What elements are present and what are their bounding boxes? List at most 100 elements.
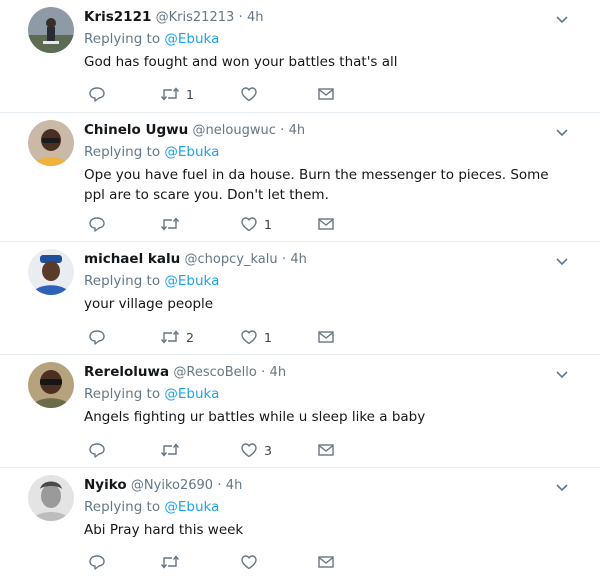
chevron-down-icon[interactable] xyxy=(554,479,570,492)
user-handle[interactable]: @Kris21213 xyxy=(156,10,235,25)
chevron-down-icon[interactable] xyxy=(554,366,570,379)
like-button[interactable] xyxy=(240,84,264,104)
tweet-header: Chinelo Ugwu @nelougwuc · 4h xyxy=(84,121,305,140)
display-name[interactable]: michael kalu xyxy=(84,251,180,267)
heart-icon xyxy=(240,441,258,459)
replying-to-link[interactable]: @Ebuka xyxy=(164,144,219,160)
tweet-text: Angels fighting ur battles while u sleep… xyxy=(84,409,426,425)
retweet-button[interactable]: 1 xyxy=(160,84,194,104)
reply-icon xyxy=(88,441,106,459)
tweet-card[interactable]: Chinelo Ugwu @nelougwuc · 4h Replying to… xyxy=(0,113,600,242)
separator: · xyxy=(238,10,243,25)
replying-to-label: Replying to xyxy=(84,144,161,160)
envelope-icon xyxy=(317,553,335,571)
replying-to: Replying to @Ebuka xyxy=(84,498,219,516)
avatar[interactable] xyxy=(28,362,74,408)
retweet-button[interactable] xyxy=(160,552,186,572)
reply-button[interactable] xyxy=(88,440,106,460)
retweet-button[interactable] xyxy=(160,214,186,234)
direct-message-button[interactable] xyxy=(317,214,335,234)
replying-to-link[interactable]: @Ebuka xyxy=(164,273,219,289)
retweet-icon xyxy=(160,328,180,346)
user-handle[interactable]: @nelougwuc xyxy=(193,123,276,138)
tweet-header: michael kalu @chopcy_kalu · 4h xyxy=(84,250,307,269)
retweet-button[interactable] xyxy=(160,440,186,460)
tweet-text: God has fought and won your battles that… xyxy=(84,54,398,70)
tweet-header: Kris2121 @Kris21213 · 4h xyxy=(84,8,264,27)
user-handle[interactable]: @RescoBello xyxy=(173,365,256,380)
retweet-icon xyxy=(160,85,180,103)
like-count: 1 xyxy=(264,329,272,345)
direct-message-button[interactable] xyxy=(317,440,335,460)
envelope-icon xyxy=(317,328,335,346)
display-name[interactable]: Rereloluwa xyxy=(84,364,169,380)
replying-to-label: Replying to xyxy=(84,273,161,289)
reply-icon xyxy=(88,215,106,233)
like-button[interactable]: 1 xyxy=(240,327,272,347)
tweet-card[interactable]: michael kalu @chopcy_kalu · 4h Replying … xyxy=(0,242,600,355)
replying-to-label: Replying to xyxy=(84,31,161,47)
replying-to: Replying to @Ebuka xyxy=(84,272,219,290)
reply-button[interactable] xyxy=(88,84,106,104)
replying-to: Replying to @Ebuka xyxy=(84,385,219,403)
display-name[interactable]: Chinelo Ugwu xyxy=(84,122,188,138)
user-handle[interactable]: @chopcy_kalu xyxy=(185,252,278,267)
reply-button[interactable] xyxy=(88,327,106,347)
display-name[interactable]: Kris2121 xyxy=(84,9,151,25)
user-handle[interactable]: @Nyiko2690 xyxy=(131,478,213,493)
retweet-count: 1 xyxy=(186,86,194,102)
tweet-header: Rereloluwa @RescoBello · 4h xyxy=(84,363,286,382)
reply-feed: Kris2121 @Kris21213 · 4h Replying to @Eb… xyxy=(0,0,600,576)
separator: · xyxy=(280,123,285,138)
avatar[interactable] xyxy=(28,120,74,166)
timestamp[interactable]: 4h xyxy=(289,123,306,138)
retweet-button[interactable]: 2 xyxy=(160,327,194,347)
replying-to: Replying to @Ebuka xyxy=(84,30,219,48)
like-button[interactable] xyxy=(240,552,264,572)
heart-icon xyxy=(240,85,258,103)
timestamp[interactable]: 4h xyxy=(270,365,287,380)
direct-message-button[interactable] xyxy=(317,552,335,572)
chevron-down-icon[interactable] xyxy=(554,11,570,24)
tweet-card[interactable]: Kris2121 @Kris21213 · 4h Replying to @Eb… xyxy=(0,0,600,113)
timestamp[interactable]: 4h xyxy=(226,478,243,493)
reply-button[interactable] xyxy=(88,214,106,234)
chevron-down-icon[interactable] xyxy=(554,253,570,266)
like-button[interactable]: 1 xyxy=(240,214,272,234)
separator: · xyxy=(217,478,222,493)
display-name[interactable]: Nyiko xyxy=(84,477,127,493)
replying-to: Replying to @Ebuka xyxy=(84,143,219,161)
tweet-text: Abi Pray hard this week xyxy=(84,522,244,538)
avatar[interactable] xyxy=(28,249,74,295)
retweet-count: 2 xyxy=(186,329,194,345)
envelope-icon xyxy=(317,441,335,459)
like-count: 3 xyxy=(264,442,272,458)
direct-message-button[interactable] xyxy=(317,327,335,347)
chevron-down-icon[interactable] xyxy=(554,124,570,137)
timestamp[interactable]: 4h xyxy=(247,10,264,25)
heart-icon xyxy=(240,553,258,571)
replying-to-label: Replying to xyxy=(84,499,161,515)
replying-to-link[interactable]: @Ebuka xyxy=(164,499,219,515)
like-count: 1 xyxy=(264,216,272,232)
replying-to-label: Replying to xyxy=(84,386,161,402)
like-button[interactable]: 3 xyxy=(240,440,272,460)
retweet-icon xyxy=(160,215,180,233)
timestamp[interactable]: 4h xyxy=(290,252,307,267)
reply-icon xyxy=(88,328,106,346)
direct-message-button[interactable] xyxy=(317,84,335,104)
tweet-card[interactable]: Rereloluwa @RescoBello · 4h Replying to … xyxy=(0,355,600,468)
envelope-icon xyxy=(317,215,335,233)
retweet-icon xyxy=(160,553,180,571)
separator: · xyxy=(281,252,287,267)
tweet-text: your village people xyxy=(84,296,214,312)
replying-to-link[interactable]: @Ebuka xyxy=(164,386,219,402)
reply-icon xyxy=(88,553,106,571)
reply-button[interactable] xyxy=(88,552,106,572)
envelope-icon xyxy=(317,85,335,103)
reply-icon xyxy=(88,85,106,103)
avatar[interactable] xyxy=(28,475,74,521)
avatar[interactable] xyxy=(28,7,74,53)
replying-to-link[interactable]: @Ebuka xyxy=(164,31,219,47)
tweet-card[interactable]: Nyiko @Nyiko2690 · 4h Replying to @Ebuka… xyxy=(0,468,600,576)
